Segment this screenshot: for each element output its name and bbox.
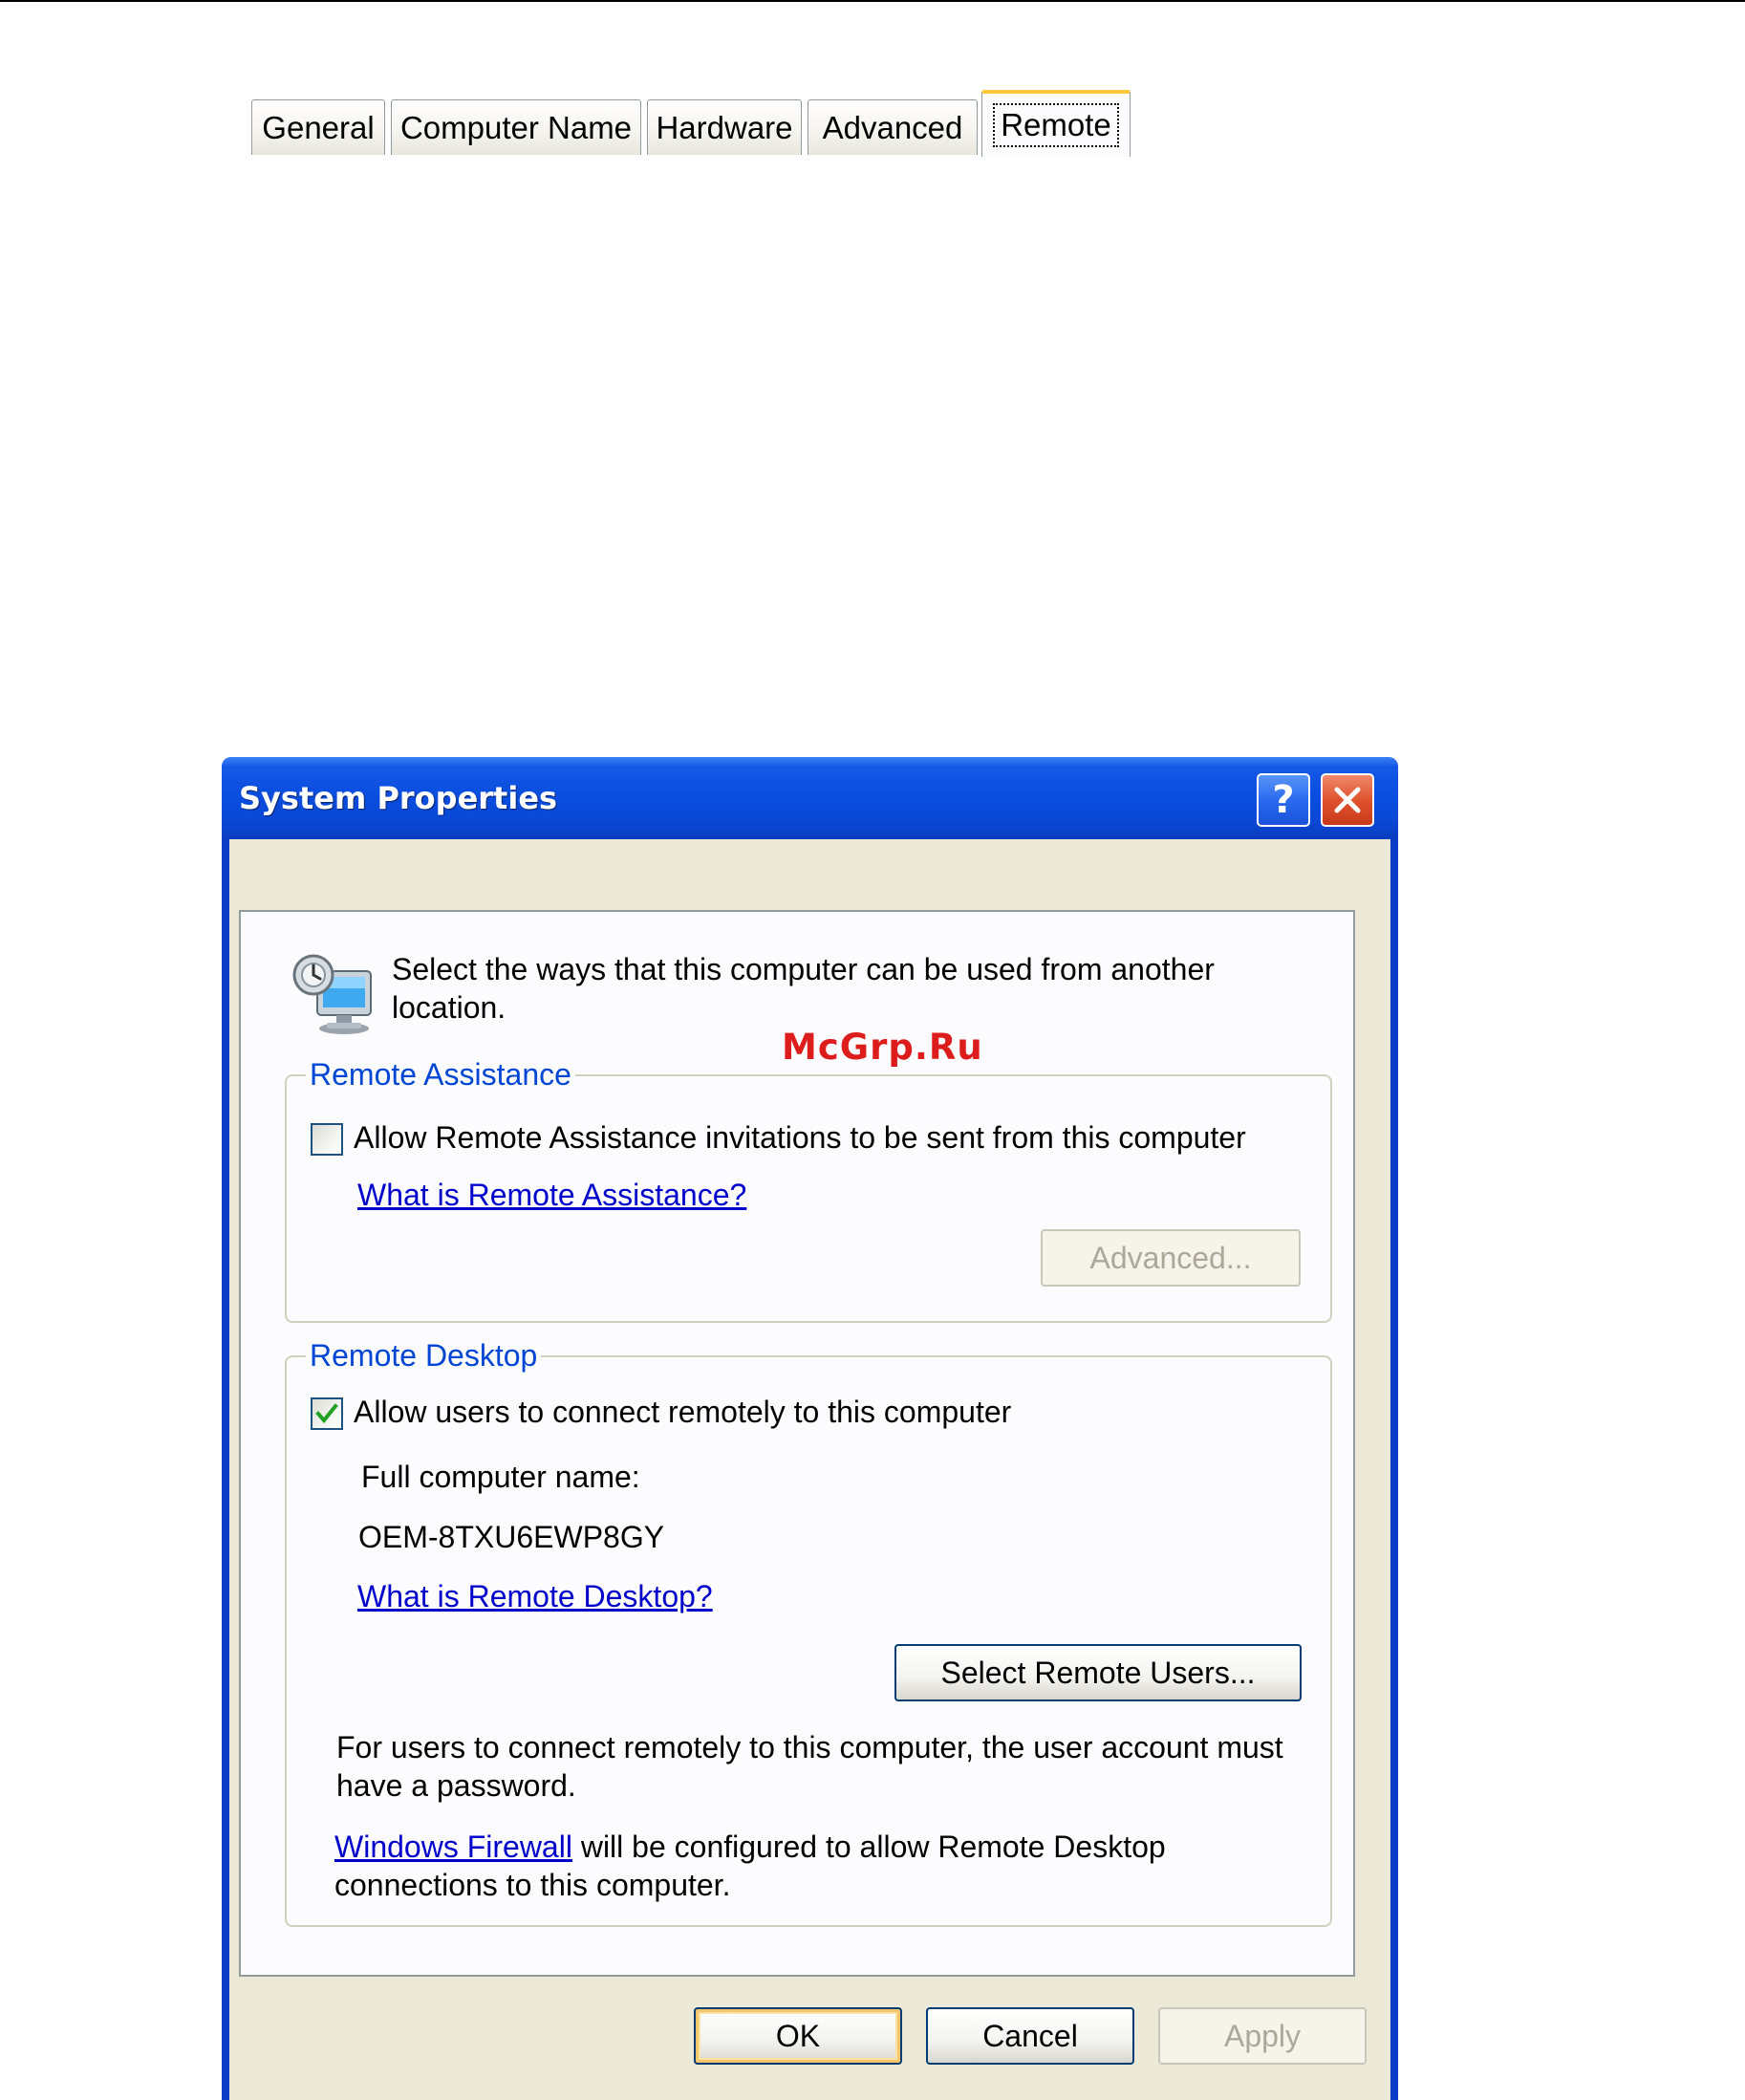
intro-line-1: Select the ways that this computer can b… [392,952,1215,986]
what-is-remote-desktop-link[interactable]: What is Remote Desktop? [357,1579,713,1614]
apply-button[interactable]: Apply [1158,2007,1367,2065]
remote-desktop-title: Remote Desktop [306,1338,542,1374]
full-computer-name-value: OEM-8TXU6EWP8GY [358,1520,665,1554]
cancel-button[interactable]: Cancel [926,2007,1134,2065]
firewall-note-text: will be configured to allow Remote Deskt… [571,1829,1166,1864]
tab-label: Advanced [822,109,963,145]
remote-desktop-checkbox[interactable] [311,1397,343,1430]
windows-firewall-link[interactable]: Windows Firewall [334,1829,572,1864]
remote-computer-icon [292,954,372,1034]
intro-text: Select the ways that this computer can b… [392,950,1215,1027]
title-bar[interactable]: System Properties ? [222,757,1398,839]
remote-assistance-checkbox-label[interactable]: Allow Remote Assistance invitations to b… [354,1120,1246,1156]
intro-line-2: location. [392,990,506,1025]
tab-label: Hardware [656,109,793,145]
tab-general[interactable]: General [251,99,385,155]
close-icon [1334,787,1361,813]
page-top-rule [0,0,1745,2]
firewall-note-line-1: Windows Firewall will be configured to a… [334,1828,1166,1866]
tab-label: Remote [993,103,1119,147]
firewall-note-line-2: connections to this computer. [334,1868,731,1902]
password-note-line-1: For users to connect remotely to this co… [336,1730,1283,1764]
remote-assistance-title: Remote Assistance [306,1057,575,1093]
ok-button-label: OK [775,2018,821,2053]
tab-label: General [262,109,375,145]
watermark-text: McGrp.Ru [782,1027,983,1068]
close-button[interactable] [1321,773,1374,827]
what-is-remote-assistance-link[interactable]: What is Remote Assistance? [357,1178,746,1213]
help-icon: ? [1272,778,1295,822]
select-remote-users-label: Select Remote Users... [940,1655,1256,1690]
ok-button[interactable]: OK [694,2007,902,2065]
tab-remote[interactable]: Remote [981,90,1131,157]
remote-desktop-checkbox-label[interactable]: Allow users to connect remotely to this … [354,1395,1011,1430]
advanced-button-label: Advanced... [1089,1240,1252,1275]
password-note-line-2: have a password. [336,1768,576,1803]
cancel-button-label: Cancel [982,2018,1078,2053]
tab-label: Computer Name [399,109,633,145]
tab-computer-name[interactable]: Computer Name [391,99,641,155]
apply-button-label: Apply [1223,2018,1302,2053]
firewall-note: Windows Firewall will be configured to a… [334,1828,1166,1904]
tab-advanced[interactable]: Advanced [808,99,978,155]
full-computer-name-label: Full computer name: [361,1460,640,1494]
select-remote-users-button[interactable]: Select Remote Users... [894,1644,1302,1701]
tab-hardware[interactable]: Hardware [647,99,802,155]
advanced-button[interactable]: Advanced... [1041,1229,1301,1287]
remote-assistance-checkbox[interactable] [311,1123,343,1156]
checkmark-icon [315,1403,338,1424]
window-title: System Properties [239,780,558,816]
help-button[interactable]: ? [1257,773,1310,827]
password-note: For users to connect remotely to this co… [336,1728,1283,1805]
